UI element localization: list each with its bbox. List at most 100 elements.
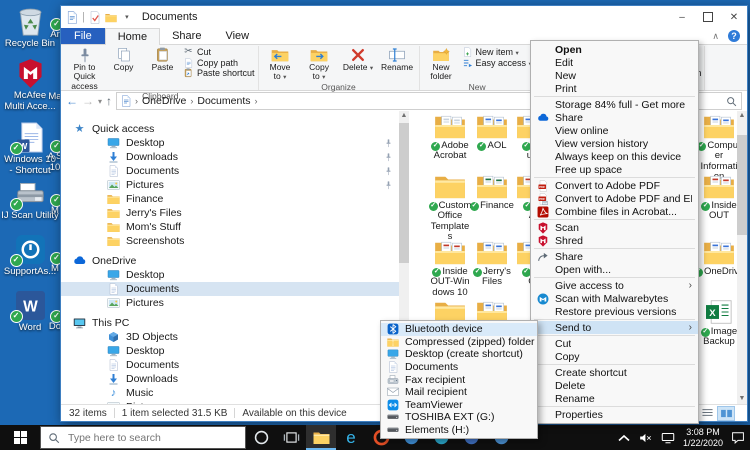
minimize-button[interactable]: – [669, 6, 695, 28]
sidebar-item-music[interactable]: ♪Music [61, 386, 409, 400]
sendto-item-documents[interactable]: Documents [381, 361, 537, 374]
breadcrumb-segment[interactable]: OneDrive [142, 95, 186, 107]
sidebar-item-this-pc[interactable]: This PC [61, 316, 409, 330]
start-button[interactable] [0, 425, 40, 450]
ribbon-button-easy-access[interactable]: Easy access ▾ [462, 58, 532, 69]
menu-item-combine-files-in-acrobat-[interactable]: Combine files in Acrobat... [531, 205, 698, 218]
action-center-icon[interactable] [731, 431, 745, 444]
taskbar-search-input[interactable] [66, 431, 210, 445]
back-icon[interactable]: ← [66, 95, 78, 107]
menu-item-convert-to-adobe-pdf[interactable]: PDFConvert to Adobe PDF [531, 179, 698, 192]
menu-item-delete[interactable]: Delete [531, 379, 698, 392]
taskbar-app-task-view[interactable] [276, 425, 306, 450]
menu-item-free-up-space[interactable]: Free up space [531, 163, 698, 176]
file-badge-icon[interactable] [66, 11, 78, 24]
scrollbar-up-icon[interactable]: ▲ [399, 111, 409, 121]
file-item[interactable]: ✓OneDrive [696, 239, 742, 277]
sendto-item-elements-h-[interactable]: Elements (H:) [381, 424, 537, 437]
sendto-item-toshiba-ext-g-[interactable]: TOSHIBA EXT (G:) [381, 411, 537, 424]
menu-item-create-shortcut[interactable]: Create shortcut [531, 366, 698, 379]
up-icon[interactable]: ↑ [106, 95, 112, 107]
ribbon-button-cut[interactable]: ✂Cut [183, 47, 255, 58]
maximize-button[interactable] [695, 6, 721, 28]
menu-item-new[interactable]: New [531, 69, 698, 82]
file-item[interactable]: X✓ImageBackup [696, 299, 742, 348]
ribbon-button-copy-to[interactable]: Copyto ▾ [301, 46, 338, 82]
tab-file[interactable]: File [61, 28, 105, 44]
scrollbar-thumb[interactable] [737, 135, 747, 235]
file-item[interactable]: ✓AdobeAcrobat [427, 113, 473, 162]
desktop-icon[interactable]: Recycle Bin [2, 6, 58, 50]
breadcrumb-segment[interactable]: Documents [197, 95, 250, 107]
menu-item-storage-84-full-get-more[interactable]: Storage 84% full - Get more [531, 98, 698, 111]
menu-item-copy[interactable]: Copy [531, 350, 698, 363]
menu-item-open[interactable]: Open [531, 43, 698, 56]
forward-icon[interactable]: → [82, 95, 94, 107]
sidebar-item-documents[interactable]: Documents [61, 358, 409, 372]
ribbon-button-pin-to-quick-access[interactable]: Pin to Quickaccess [66, 46, 103, 91]
tab-view[interactable]: View [213, 28, 261, 44]
details-view-button[interactable] [699, 406, 715, 419]
ribbon-button-delete[interactable]: Delete ▾ [340, 46, 377, 82]
scrollbar-up-icon[interactable]: ▲ [737, 111, 747, 121]
menu-item-scan[interactable]: Scan [531, 221, 698, 234]
tray-volume-muted-icon[interactable] [639, 432, 653, 444]
sidebar-item-screenshots[interactable]: Screenshots [61, 234, 409, 248]
taskbar-app-cortana[interactable] [246, 425, 276, 450]
sidebar-item-pictures[interactable]: Pictures [61, 400, 409, 404]
menu-item-scan-with-malwarebytes[interactable]: Scan with Malwarebytes [531, 292, 698, 305]
tab-share[interactable]: Share [160, 28, 213, 44]
menu-item-rename[interactable]: Rename [531, 392, 698, 405]
close-button[interactable]: ✕ [721, 6, 747, 28]
sidebar-item-documents[interactable]: Documents [61, 164, 409, 178]
tray-chevron-up-icon[interactable] [617, 432, 631, 444]
scrollbar-thumb[interactable] [399, 123, 409, 263]
tab-home[interactable]: Home [105, 28, 160, 45]
collapse-ribbon-icon[interactable]: ∧ [712, 31, 719, 42]
recent-locations-chevron-icon[interactable]: ▾ [98, 97, 102, 106]
sidebar-item-documents[interactable]: Documents [61, 282, 409, 296]
sidebar-item-pictures[interactable]: Pictures [61, 296, 409, 310]
menu-item-share[interactable]: Share [531, 250, 698, 263]
sidebar-item-quick-access[interactable]: ★Quick access [61, 122, 409, 136]
sidebar-item-downloads[interactable]: Downloads [61, 372, 409, 386]
menu-item-restore-previous-versions[interactable]: Restore previous versions [531, 305, 698, 318]
sendto-item-mail-recipient[interactable]: Mail recipient [381, 386, 537, 399]
ribbon-button-new-item[interactable]: New item ▾ [462, 47, 532, 58]
ribbon-button-new-folder[interactable]: Newfolder [423, 46, 460, 82]
ribbon-button-copy[interactable]: Copy [105, 46, 142, 91]
menu-item-open-with-[interactable]: Open with... [531, 263, 698, 276]
sidebar-item-desktop[interactable]: Desktop [61, 344, 409, 358]
menu-item-shred[interactable]: Shred [531, 234, 698, 247]
menu-item-share[interactable]: Share [531, 111, 698, 124]
menu-item-send-to[interactable]: Send to› [531, 321, 698, 334]
properties-check-icon[interactable] [89, 11, 101, 24]
menu-item-cut[interactable]: Cut [531, 337, 698, 350]
sidebar-item-downloads[interactable]: Downloads [61, 150, 409, 164]
desktop-icon[interactable]: McAfeeMulti Acce... [2, 58, 58, 113]
sidebar-item-finance[interactable]: Finance [61, 192, 409, 206]
address-box[interactable]: ›OneDrive›Documents› [116, 92, 542, 110]
menu-item-edit[interactable]: Edit [531, 56, 698, 69]
sidebar-item-mom-s-stuff[interactable]: Mom's Stuff [61, 220, 409, 234]
ribbon-button-move-to[interactable]: Moveto ▾ [262, 46, 299, 82]
file-scrollbar[interactable]: ▲▼ [737, 111, 747, 404]
sendto-item-teamviewer[interactable]: TeamViewer [381, 399, 537, 412]
menu-item-properties[interactable]: Properties [531, 408, 698, 421]
menu-item-view-version-history[interactable]: View version history [531, 137, 698, 150]
menu-item-give-access-to[interactable]: Give access to› [531, 279, 698, 292]
sidebar-item-3d-objects[interactable]: 3D Objects [61, 330, 409, 344]
file-item[interactable]: ✓InsideOUT [696, 173, 742, 222]
sidebar-item-desktop[interactable]: Desktop [61, 268, 409, 282]
file-item[interactable]: ✓CustomOfficeTemplates [427, 173, 473, 243]
ribbon-button-copy-path[interactable]: Copy path [183, 58, 255, 69]
menu-item-print[interactable]: Print [531, 82, 698, 95]
chevron-down-icon[interactable]: ▾ [121, 11, 133, 24]
menu-item-view-online[interactable]: View online [531, 124, 698, 137]
sidebar-item-jerry-s-files[interactable]: Jerry's Files [61, 206, 409, 220]
taskbar-search[interactable] [40, 426, 246, 449]
sendto-item-fax-recipient[interactable]: Fax recipient [381, 373, 537, 386]
sidebar-item-onedrive[interactable]: OneDrive [61, 254, 409, 268]
menu-item-always-keep-on-this-device[interactable]: Always keep on this device [531, 150, 698, 163]
file-item[interactable]: ✓InsideOUT-Windows 10 [427, 239, 473, 298]
